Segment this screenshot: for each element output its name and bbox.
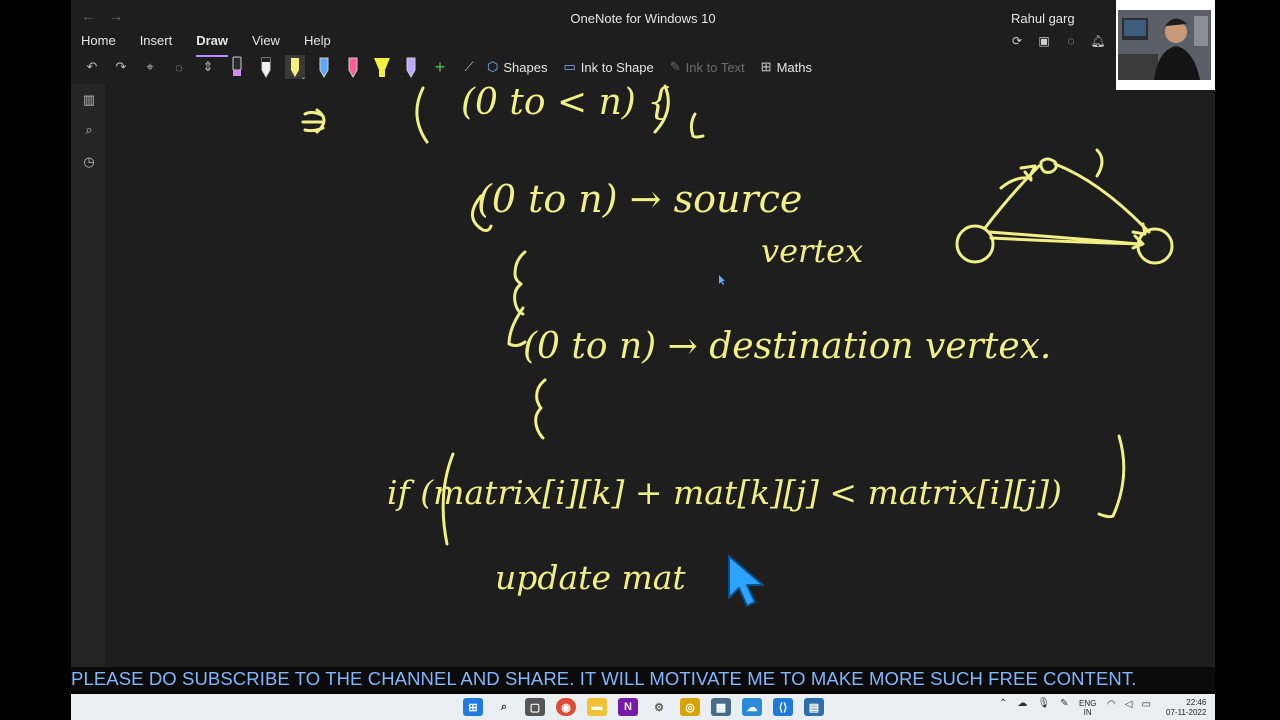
small-pointer-icon xyxy=(719,275,725,285)
graph-node-left xyxy=(955,224,995,264)
note-canvas[interactable]: (0 to < n) { (0 to n) → source vertex (0… xyxy=(105,84,1215,667)
nav-sidebar: ▥ ⌕ ◷ xyxy=(71,84,105,667)
maths-icon: ⊞ xyxy=(760,59,772,74)
maths-label: Maths xyxy=(776,59,812,75)
calculator-icon[interactable]: ▦ xyxy=(711,698,731,716)
ink-to-shape-button[interactable]: ▭ Ink to Shape xyxy=(563,59,653,75)
black-pen[interactable] xyxy=(255,54,277,80)
sync-icon[interactable]: ⟳ xyxy=(1009,33,1025,49)
webcam-frame xyxy=(1118,10,1211,80)
svg-text:⌄: ⌄ xyxy=(301,75,306,80)
windows-start-icon[interactable]: ⊞ xyxy=(463,698,483,716)
user-name[interactable]: Rahul garg xyxy=(1011,11,1075,26)
ink-to-shape-label: Ink to Shape xyxy=(580,59,654,75)
if-close xyxy=(1097,434,1126,519)
add-space-icon[interactable]: ⇕ xyxy=(197,55,219,79)
bell-icon[interactable]: 🔔︎ xyxy=(1090,33,1106,49)
dest-brace xyxy=(534,378,547,440)
notebooks-icon[interactable]: ▥ xyxy=(81,92,97,108)
graph-edge-left-top xyxy=(983,164,1041,230)
windows-taskbar: ⊞ ⌕ ▢ ◉ ▬ N ⚙ ◎ ▦ ☁ ⟨⟩ ▤ ⌃ ☁ 🎙︎ ✎ ENG IN… xyxy=(71,694,1215,720)
weather-icon[interactable]: ☁ xyxy=(742,698,762,716)
sticky-notes-icon[interactable]: ◎ xyxy=(680,698,700,716)
graph-edge-top-right xyxy=(1053,162,1151,236)
yellow-pen-selected[interactable]: ⌄ xyxy=(284,54,306,80)
undo-icon[interactable]: ↶ xyxy=(81,55,103,79)
blue-pen[interactable] xyxy=(313,54,335,80)
webcam-overlay xyxy=(1116,0,1215,90)
pink-pen[interactable] xyxy=(342,54,364,80)
ink-drawing: (0 to < n) { (0 to n) → source vertex (0… xyxy=(301,84,1174,597)
graph-edge-right-curve xyxy=(1095,148,1104,178)
ink-to-text-button[interactable]: ✎ Ink to Text xyxy=(670,59,745,75)
shapes-icon: ⬡ xyxy=(487,59,499,74)
lavender-pen[interactable] xyxy=(400,54,422,80)
lasso-select-icon[interactable]: ◌ xyxy=(168,55,190,79)
tray-status-icons: ◠ ◁ ▭ xyxy=(1107,699,1151,710)
task-view-icon[interactable]: ▢ xyxy=(525,698,545,716)
presenter-image xyxy=(1118,10,1211,80)
battery-icon[interactable]: ▭ xyxy=(1141,699,1150,710)
type-select-icon[interactable]: ⌖ xyxy=(139,55,161,79)
onenote-icon[interactable]: N xyxy=(618,698,638,716)
volume-icon[interactable]: ◁ xyxy=(1125,699,1133,710)
pen-icon[interactable]: ✎ xyxy=(1060,698,1068,709)
ink-destination-line: (0 to n) → destination vertex. xyxy=(523,326,1051,367)
graph-edge-left-right xyxy=(987,230,1145,250)
graph-node-top xyxy=(1039,157,1058,174)
clock-time: 22:46 xyxy=(1186,698,1207,707)
draw-toolbar: ↶ ↷ ⌖ ◌ ⇕ ⌄ + ⟋ ⬡ Shapes ▭ Ink to Shape … xyxy=(71,52,1215,82)
language-label: ENG xyxy=(1079,699,1097,708)
implies-ink xyxy=(301,108,326,134)
microphone-icon[interactable]: 🎙︎ xyxy=(1037,698,1050,709)
shapes-button[interactable]: ⬡ Shapes xyxy=(487,59,547,75)
ink-source-line: (0 to n) → source xyxy=(477,177,802,221)
system-tray: ⌃ ☁ 🎙︎ ✎ xyxy=(999,698,1068,709)
terminal-icon[interactable]: ▤ xyxy=(804,698,824,716)
notebook-icon[interactable]: ▣ xyxy=(1036,33,1052,49)
ink-update-line: update mat xyxy=(495,558,686,597)
chrome-icon[interactable]: ◉ xyxy=(556,698,576,716)
subscribe-banner: PLEASE DO SUBSCRIBE TO THE CHANNEL AND S… xyxy=(71,667,1215,691)
mouse-cursor-icon xyxy=(728,555,764,607)
system-clock[interactable]: 22:46 07-11-2022 xyxy=(1166,698,1206,718)
wifi-icon[interactable]: ◠ xyxy=(1107,699,1116,710)
file-explorer-icon[interactable]: ▬ xyxy=(587,698,607,716)
top-brace xyxy=(689,112,705,139)
quick-icons: ⟳ ▣ ◌ 🔔︎ xyxy=(1009,33,1106,49)
language-indicator[interactable]: ENG IN xyxy=(1079,699,1096,717)
search-icon[interactable]: ⌕ xyxy=(81,122,97,138)
yellow-highlighter[interactable] xyxy=(371,54,393,80)
taskbar-apps: ⊞ ⌕ ▢ ◉ ▬ N ⚙ ◎ ▦ ☁ ⟨⟩ ▤ xyxy=(463,698,824,716)
add-pen-icon[interactable]: + xyxy=(429,55,451,79)
ink-to-shape-icon: ▭ xyxy=(563,59,576,74)
clock-date: 07-11-2022 xyxy=(1166,708,1207,717)
maths-button[interactable]: ⊞ Maths xyxy=(761,59,812,75)
highlighter-purple-pen[interactable] xyxy=(226,54,248,80)
ink-to-text-label: Ink to Text xyxy=(685,59,745,75)
ink-to-text-icon: ✎ xyxy=(669,59,681,74)
ink-if-condition: if (matrix[i][k] + mat[k][j] < matrix[i]… xyxy=(387,473,1062,512)
shapes-label: Shapes xyxy=(503,59,548,75)
recent-clock-icon[interactable]: ◷ xyxy=(81,154,97,170)
vscode-icon[interactable]: ⟨⟩ xyxy=(773,698,793,716)
region-label: IN xyxy=(1083,708,1092,717)
ruler-icon[interactable]: ⟋ xyxy=(458,55,480,79)
onenote-window: ← → OneNote for Windows 10 Rahul garg Ho… xyxy=(71,0,1215,667)
settings-icon[interactable]: ⚙ xyxy=(649,698,669,716)
ink-vertex-word: vertex xyxy=(761,232,863,270)
lightbulb-icon[interactable]: ◌ xyxy=(1063,33,1079,49)
top-paren-open xyxy=(415,86,429,144)
source-brace xyxy=(513,250,527,316)
chevron-up-icon[interactable]: ⌃ xyxy=(999,698,1007,709)
search-icon[interactable]: ⌕ xyxy=(494,698,514,716)
redo-icon[interactable]: ↷ xyxy=(110,55,132,79)
title-bar: ← → OneNote for Windows 10 Rahul garg xyxy=(71,0,1215,34)
cloud-icon[interactable]: ☁ xyxy=(1017,698,1027,709)
ink-top-line: (0 to < n) { xyxy=(461,84,670,123)
